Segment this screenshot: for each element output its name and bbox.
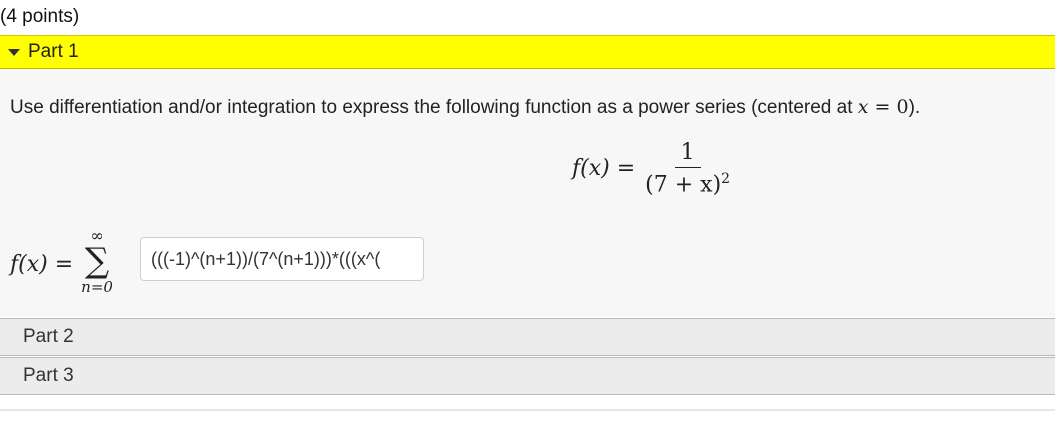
points-label: (4 points) xyxy=(0,6,80,27)
function-lhs: f(x) = xyxy=(572,156,636,182)
question-math-rest: = 0 xyxy=(868,96,909,118)
part-3-label: Part 3 xyxy=(23,365,74,386)
function-fraction: 1 (7 + x)2 xyxy=(645,140,730,197)
denominator-base: (7 + x) xyxy=(645,172,722,198)
caret-down-icon xyxy=(8,48,20,56)
footer-divider xyxy=(0,409,1055,411)
fraction-denominator: (7 + x)2 xyxy=(645,168,730,197)
question-main: Use differentiation and/or integration t… xyxy=(10,97,858,118)
summation-expression: f(x) = ∞ ∑ n=0 xyxy=(10,228,113,298)
summation-lhs: f(x) = xyxy=(10,251,74,277)
function-display: f(x) = 1 (7 + x)2 xyxy=(572,140,730,197)
part-3-header[interactable]: Part 3 xyxy=(0,357,1055,395)
question-math-var: x xyxy=(857,96,869,118)
question-end: ). xyxy=(908,97,921,118)
sigma-lower-limit: n=0 xyxy=(81,278,113,296)
sigma-symbol: ∞ ∑ n=0 xyxy=(81,228,113,297)
answer-input[interactable] xyxy=(140,237,424,281)
fraction-numerator: 1 xyxy=(674,140,701,168)
part-2-header[interactable]: Part 2 xyxy=(0,318,1055,356)
sigma-icon: ∑ xyxy=(84,241,110,281)
part-1-label: Part 1 xyxy=(28,41,79,62)
denominator-exponent: 2 xyxy=(721,171,731,187)
part-1-header[interactable]: Part 1 xyxy=(0,35,1055,69)
question-text: Use differentiation and/or integration t… xyxy=(10,96,920,119)
part-2-label: Part 2 xyxy=(23,326,74,347)
